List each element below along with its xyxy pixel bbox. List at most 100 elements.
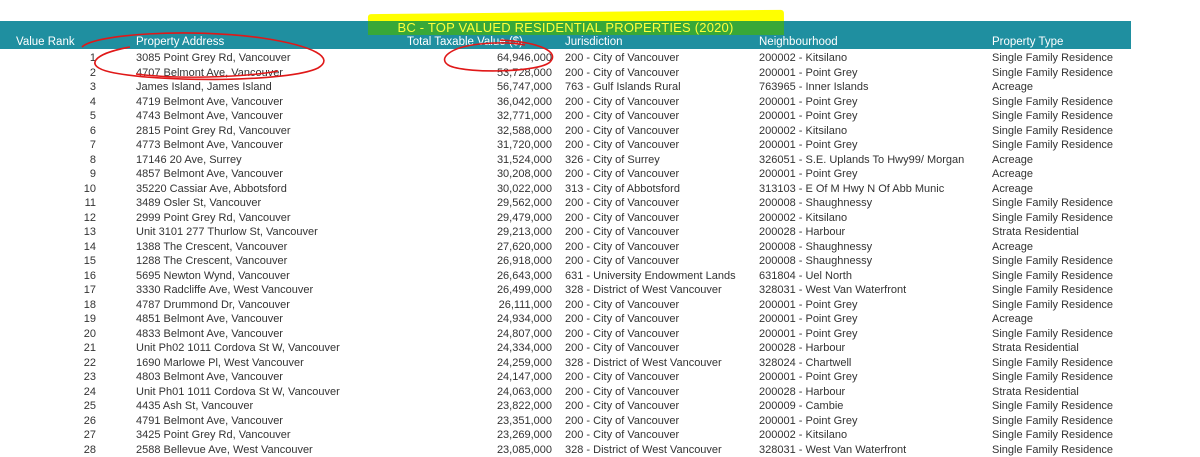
table-row[interactable]: 54743 Belmont Ave, Vancouver32,771,00020… [0,109,1131,124]
cell-neighbourhood[interactable]: 328031 - West Van Waterfront [759,283,906,297]
cell-total-taxable-value[interactable]: 26,918,000 [400,254,552,268]
cell-neighbourhood[interactable]: 328031 - West Van Waterfront [759,443,906,457]
table-row[interactable]: 221690 Marlowe Pl, West Vancouver24,259,… [0,356,1131,371]
cell-property-type[interactable]: Single Family Residence [992,370,1113,384]
cell-total-taxable-value[interactable]: 24,334,000 [400,341,552,355]
cell-property-type[interactable]: Single Family Residence [992,254,1113,268]
cell-neighbourhood[interactable]: 200001 - Point Grey [759,167,857,181]
cell-jurisdiction[interactable]: 200 - City of Vancouver [565,341,679,355]
cell-jurisdiction[interactable]: 631 - University Endowment Lands [565,269,736,283]
cell-jurisdiction[interactable]: 328 - District of West Vancouver [565,356,722,370]
cell-jurisdiction[interactable]: 200 - City of Vancouver [565,66,679,80]
cell-neighbourhood[interactable]: 200008 - Shaughnessy [759,196,872,210]
cell-total-taxable-value[interactable]: 31,524,000 [400,153,552,167]
cell-total-taxable-value[interactable]: 29,479,000 [400,211,552,225]
cell-property-type[interactable]: Single Family Residence [992,66,1113,80]
cell-total-taxable-value[interactable]: 64,946,000 [400,51,552,65]
table-row[interactable]: 24Unit Ph01 1011 Cordova St W, Vancouver… [0,385,1131,400]
cell-property-type[interactable]: Single Family Residence [992,399,1113,413]
table-row[interactable]: 173330 Radcliffe Ave, West Vancouver26,4… [0,283,1131,298]
cell-property-type[interactable]: Single Family Residence [992,124,1113,138]
cell-neighbourhood[interactable]: 200001 - Point Grey [759,66,857,80]
cell-value-rank[interactable]: 4 [0,95,96,109]
cell-property-type[interactable]: Single Family Residence [992,196,1113,210]
cell-property-address[interactable]: 1388 The Crescent, Vancouver [136,240,287,254]
table-row[interactable]: 26 4791 Belmont Ave, Vancouver 23,351,000 2… [0,414,1131,429]
table-row[interactable]: 19 4851 Belmont Ave, Vancouver 24,934,000 2… [0,312,1131,327]
cell-jurisdiction[interactable]: 200 - City of Vancouver [565,428,679,442]
cell-jurisdiction[interactable]: 200 - City of Vancouver [565,225,679,239]
cell-jurisdiction[interactable]: 200 - City of Vancouver [565,254,679,268]
cell-property-type[interactable]: Acreage [992,80,1033,94]
cell-jurisdiction[interactable]: 200 - City of Vancouver [565,385,679,399]
cell-total-taxable-value[interactable]: 26,499,000 [400,283,552,297]
cell-property-address[interactable]: 17146 20 Ave, Surrey [136,153,242,167]
table-row[interactable]: 21Unit Ph02 1011 Cordova St W, Vancouver… [0,341,1131,356]
cell-property-address[interactable]: 4719 Belmont Ave, Vancouver [136,95,283,109]
cell-value-rank[interactable]: 25 [0,399,96,413]
cell-value-rank[interactable]: 21 [0,341,96,355]
cell-neighbourhood[interactable]: 200002 - Kitsilano [759,51,847,65]
cell-property-address[interactable]: 2588 Bellevue Ave, West Vancouver [136,443,313,457]
cell-jurisdiction[interactable]: 200 - City of Vancouver [565,211,679,225]
cell-property-address[interactable]: 4773 Belmont Ave, Vancouver [136,138,283,152]
cell-neighbourhood[interactable]: 200001 - Point Grey [759,109,857,123]
cell-property-address[interactable]: James Island, James Island [136,80,272,94]
cell-property-type[interactable]: Strata Residential [992,385,1079,399]
cell-neighbourhood[interactable]: 200002 - Kitsilano [759,124,847,138]
table-row[interactable]: 113489 Osler St, Vancouver29,562,000200 … [0,196,1131,211]
header-property-type[interactable]: Property Type [992,35,1063,50]
cell-property-address[interactable]: 4791 Belmont Ave, Vancouver [136,414,283,428]
cell-value-rank[interactable]: 16 [0,269,96,283]
cell-property-type[interactable]: Acreage [992,153,1033,167]
cell-property-address[interactable]: 35220 Cassiar Ave, Abbotsford [136,182,287,196]
cell-total-taxable-value[interactable]: 30,022,000 [400,182,552,196]
header-property-address[interactable]: Property Address [136,35,224,50]
table-row[interactable]: 204833 Belmont Ave, Vancouver24,807,0002… [0,327,1131,342]
cell-property-type[interactable]: Single Family Residence [992,211,1113,225]
table-row[interactable]: 151288 The Crescent, Vancouver26,918,000… [0,254,1131,269]
cell-value-rank[interactable]: 1 [0,51,96,65]
cell-total-taxable-value[interactable]: 24,934,000 [400,312,552,326]
cell-total-taxable-value[interactable]: 24,063,000 [400,385,552,399]
cell-total-taxable-value[interactable]: 23,351,000 [400,414,552,428]
table-row[interactable]: 44719 Belmont Ave, Vancouver36,042,00020… [0,95,1131,110]
cell-value-rank[interactable]: 13 [0,225,96,239]
cell-total-taxable-value[interactable]: 31,720,000 [400,138,552,152]
cell-property-address[interactable]: 4743 Belmont Ave, Vancouver [136,109,283,123]
cell-jurisdiction[interactable]: 200 - City of Vancouver [565,312,679,326]
cell-neighbourhood[interactable]: 328024 - Chartwell [759,356,851,370]
table-row[interactable]: 254435 Ash St, Vancouver23,822,000200 - … [0,399,1131,414]
cell-jurisdiction[interactable]: 200 - City of Vancouver [565,370,679,384]
cell-property-address[interactable]: 3085 Point Grey Rd, Vancouver [136,51,291,65]
cell-value-rank[interactable]: 19 [0,312,96,326]
cell-property-type[interactable]: Single Family Residence [992,443,1113,457]
cell-property-type[interactable]: Acreage [992,182,1033,196]
cell-jurisdiction[interactable]: 328 - District of West Vancouver [565,283,722,297]
cell-neighbourhood[interactable]: 763965 - Inner Islands [759,80,868,94]
cell-value-rank[interactable]: 10 [0,182,96,196]
cell-property-type[interactable]: Single Family Residence [992,51,1113,65]
cell-neighbourhood[interactable]: 200028 - Harbour [759,341,845,355]
cell-neighbourhood[interactable]: 200001 - Point Grey [759,414,857,428]
cell-total-taxable-value[interactable]: 29,562,000 [400,196,552,210]
cell-jurisdiction[interactable]: 200 - City of Vancouver [565,399,679,413]
cell-property-type[interactable]: Strata Residential [992,341,1079,355]
cell-neighbourhood[interactable]: 326051 - S.E. Uplands To Hwy99/ Morgan [759,153,964,167]
cell-property-address[interactable]: 2815 Point Grey Rd, Vancouver [136,124,291,138]
cell-value-rank[interactable]: 12 [0,211,96,225]
cell-property-address[interactable]: 4857 Belmont Ave, Vancouver [136,167,283,181]
cell-jurisdiction[interactable]: 200 - City of Vancouver [565,167,679,181]
cell-neighbourhood[interactable]: 200028 - Harbour [759,385,845,399]
cell-total-taxable-value[interactable]: 26,643,000 [400,269,552,283]
cell-property-address[interactable]: 4851 Belmont Ave, Vancouver [136,312,283,326]
cell-value-rank[interactable]: 5 [0,109,96,123]
table-row[interactable]: 3James Island, James Island56,747,000763… [0,80,1131,95]
header-neighbourhood[interactable]: Neighbourhood [759,35,838,50]
cell-value-rank[interactable]: 3 [0,80,96,94]
table-row[interactable]: 273425 Point Grey Rd, Vancouver23,269,00… [0,428,1131,443]
cell-property-type[interactable]: Acreage [992,240,1033,254]
cell-value-rank[interactable]: 26 [0,414,96,428]
cell-property-address[interactable]: 2999 Point Grey Rd, Vancouver [136,211,291,225]
cell-neighbourhood[interactable]: 200002 - Kitsilano [759,428,847,442]
